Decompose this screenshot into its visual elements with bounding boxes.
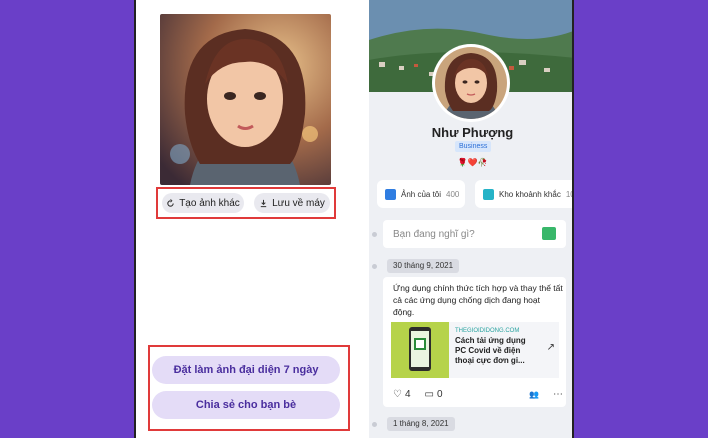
photo-icon	[385, 188, 396, 200]
phone-frame: Tạo ảnh khác Lưu về máy Đặt làm ảnh đại …	[134, 0, 574, 438]
comment-icon: ▭	[424, 388, 434, 400]
profile-avatar[interactable]	[432, 44, 510, 122]
photos-count: 400	[446, 189, 460, 199]
timeline-dot	[372, 232, 377, 237]
store-label: Kho khoảnh khắc	[499, 189, 561, 199]
heart-icon: ♡	[393, 388, 402, 400]
comment-button[interactable]: ▭ 0	[425, 389, 443, 400]
composer-placeholder: Bạn đang nghĩ gì?	[393, 228, 475, 240]
regenerate-button[interactable]: Tạo ảnh khác	[162, 193, 244, 213]
save-to-device-button[interactable]: Lưu về máy	[254, 193, 330, 213]
generated-avatar-image	[160, 14, 331, 185]
people-icon[interactable]: 👥	[529, 390, 539, 399]
profile-name: Như Phượng	[431, 125, 514, 140]
set-avatar-button[interactable]: Đặt làm ảnh đại diện 7 ngày	[152, 356, 340, 384]
my-photos-tile[interactable]: Ảnh của tôi 400	[377, 180, 465, 208]
business-badge: Business	[455, 141, 492, 152]
post-text: Ứng dụng chính thức tích hợp và thay thế…	[393, 283, 563, 317]
profile-status: 🌹❤️🥀	[457, 158, 488, 167]
regenerate-label: Tạo ảnh khác	[179, 197, 240, 209]
image-icon[interactable]	[542, 227, 556, 240]
save-label: Lưu về máy	[272, 197, 325, 209]
link-thumbnail	[391, 322, 449, 378]
timeline-dot	[372, 264, 377, 269]
status-composer[interactable]: Bạn đang nghĩ gì?	[383, 220, 566, 248]
archive-icon	[483, 188, 494, 200]
link-source: THEGIOIDIDONG.COM	[455, 328, 520, 334]
download-icon	[260, 199, 267, 207]
feed-post: Ứng dụng chính thức tích hợp và thay thế…	[383, 277, 566, 407]
comment-count: 0	[436, 388, 443, 400]
like-count: 4	[404, 388, 411, 400]
link-title: Cách tải ứng dụng PC Covid về điện thoại…	[455, 336, 526, 365]
more-icon[interactable]: ⋯	[553, 389, 563, 400]
share-icon[interactable]: ↗	[547, 342, 555, 353]
profile-panel: Như Phượng Business 🌹❤️🥀 Ảnh của tôi 400…	[369, 0, 574, 438]
post-actions: ♡ 4 ▭ 0 👥 ⋯	[393, 387, 563, 401]
ai-avatar-panel: Tạo ảnh khác Lưu về máy Đặt làm ảnh đại …	[136, 0, 368, 438]
date-label: 1 tháng 8, 2021	[387, 417, 455, 431]
date-label: 30 tháng 9, 2021	[387, 259, 460, 273]
refresh-icon	[167, 198, 174, 207]
link-preview[interactable]: THEGIOIDIDONG.COM Cách tải ứng dụng PC C…	[391, 322, 559, 378]
share-button[interactable]: Chia sẻ cho bạn bè	[152, 391, 340, 419]
like-button[interactable]: ♡ 4	[393, 389, 411, 400]
moments-store-tile[interactable]: Kho khoảnh khắc 10	[475, 180, 574, 208]
timeline-dot	[372, 422, 377, 427]
store-count: 10	[565, 189, 574, 199]
photos-label: Ảnh của tôi	[401, 189, 442, 199]
